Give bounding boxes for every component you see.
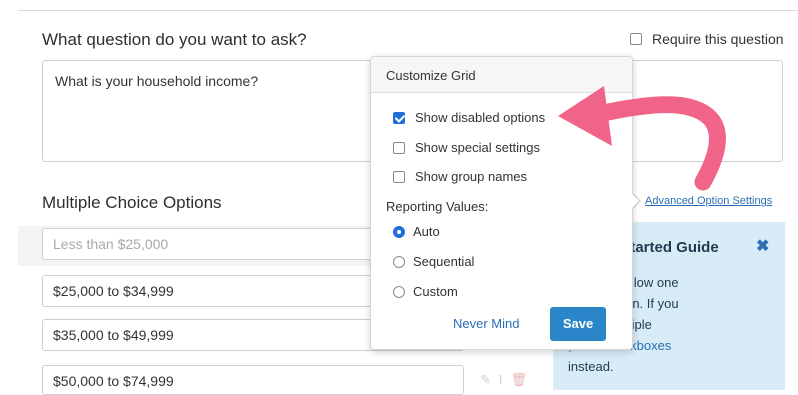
show-special-settings-label: Show special settings bbox=[415, 140, 541, 155]
show-special-settings-toggle[interactable]: Show special settings bbox=[393, 140, 540, 155]
option-input-4[interactable]: $50,000 to $74,999 bbox=[42, 365, 464, 395]
require-question-toggle[interactable]: Require this question bbox=[630, 31, 784, 47]
radio-custom-button[interactable] bbox=[393, 285, 405, 298]
trash-icon[interactable]: 🗑 bbox=[511, 372, 528, 388]
show-disabled-options-label: Show disabled options bbox=[415, 110, 546, 125]
save-button[interactable]: Save bbox=[550, 307, 606, 341]
show-group-names-toggle[interactable]: Show group names bbox=[393, 169, 527, 184]
radio-custom-label: Custom bbox=[413, 284, 458, 299]
radio-auto-button[interactable] bbox=[393, 225, 405, 238]
survey-editor-frame: What question do you want to ask? Requir… bbox=[0, 0, 798, 395]
radio-sequential[interactable]: Sequential bbox=[393, 254, 474, 269]
advanced-option-settings-link[interactable]: Advanced Option Settings bbox=[645, 195, 772, 207]
show-disabled-options-checkbox[interactable] bbox=[393, 111, 405, 124]
show-group-names-label: Show group names bbox=[415, 169, 528, 184]
radio-auto-label: Auto bbox=[413, 224, 440, 239]
radio-sequential-label: Sequential bbox=[413, 254, 475, 269]
guide-line-5: instead. bbox=[568, 359, 614, 374]
show-disabled-options-toggle[interactable]: Show disabled options bbox=[393, 110, 545, 125]
close-icon[interactable]: ✖ bbox=[756, 236, 769, 256]
show-special-settings-checkbox[interactable] bbox=[393, 141, 405, 154]
show-group-names-checkbox[interactable] bbox=[393, 170, 405, 183]
customize-grid-popover: Customize Grid Show disabled options Sho… bbox=[370, 56, 633, 350]
require-question-label: Require this question bbox=[652, 31, 784, 47]
radio-auto[interactable]: Auto bbox=[393, 224, 440, 239]
never-mind-button[interactable]: Never Mind bbox=[453, 316, 519, 331]
popover-title: Customize Grid bbox=[371, 57, 632, 93]
question-title: What question do you want to ask? bbox=[42, 30, 307, 49]
popover-pointer-inner bbox=[631, 193, 639, 209]
radio-sequential-button[interactable] bbox=[393, 255, 405, 268]
text-cursor-icon[interactable]: I bbox=[499, 372, 503, 388]
require-question-checkbox[interactable] bbox=[630, 33, 642, 45]
multiple-choice-title: Multiple Choice Options bbox=[42, 193, 222, 212]
pencil-icon[interactable]: ✎ bbox=[480, 372, 491, 388]
reporting-values-label: Reporting Values: bbox=[386, 199, 489, 214]
option-row-actions: ✎ I 🗑 bbox=[480, 372, 527, 388]
radio-custom[interactable]: Custom bbox=[393, 284, 458, 299]
